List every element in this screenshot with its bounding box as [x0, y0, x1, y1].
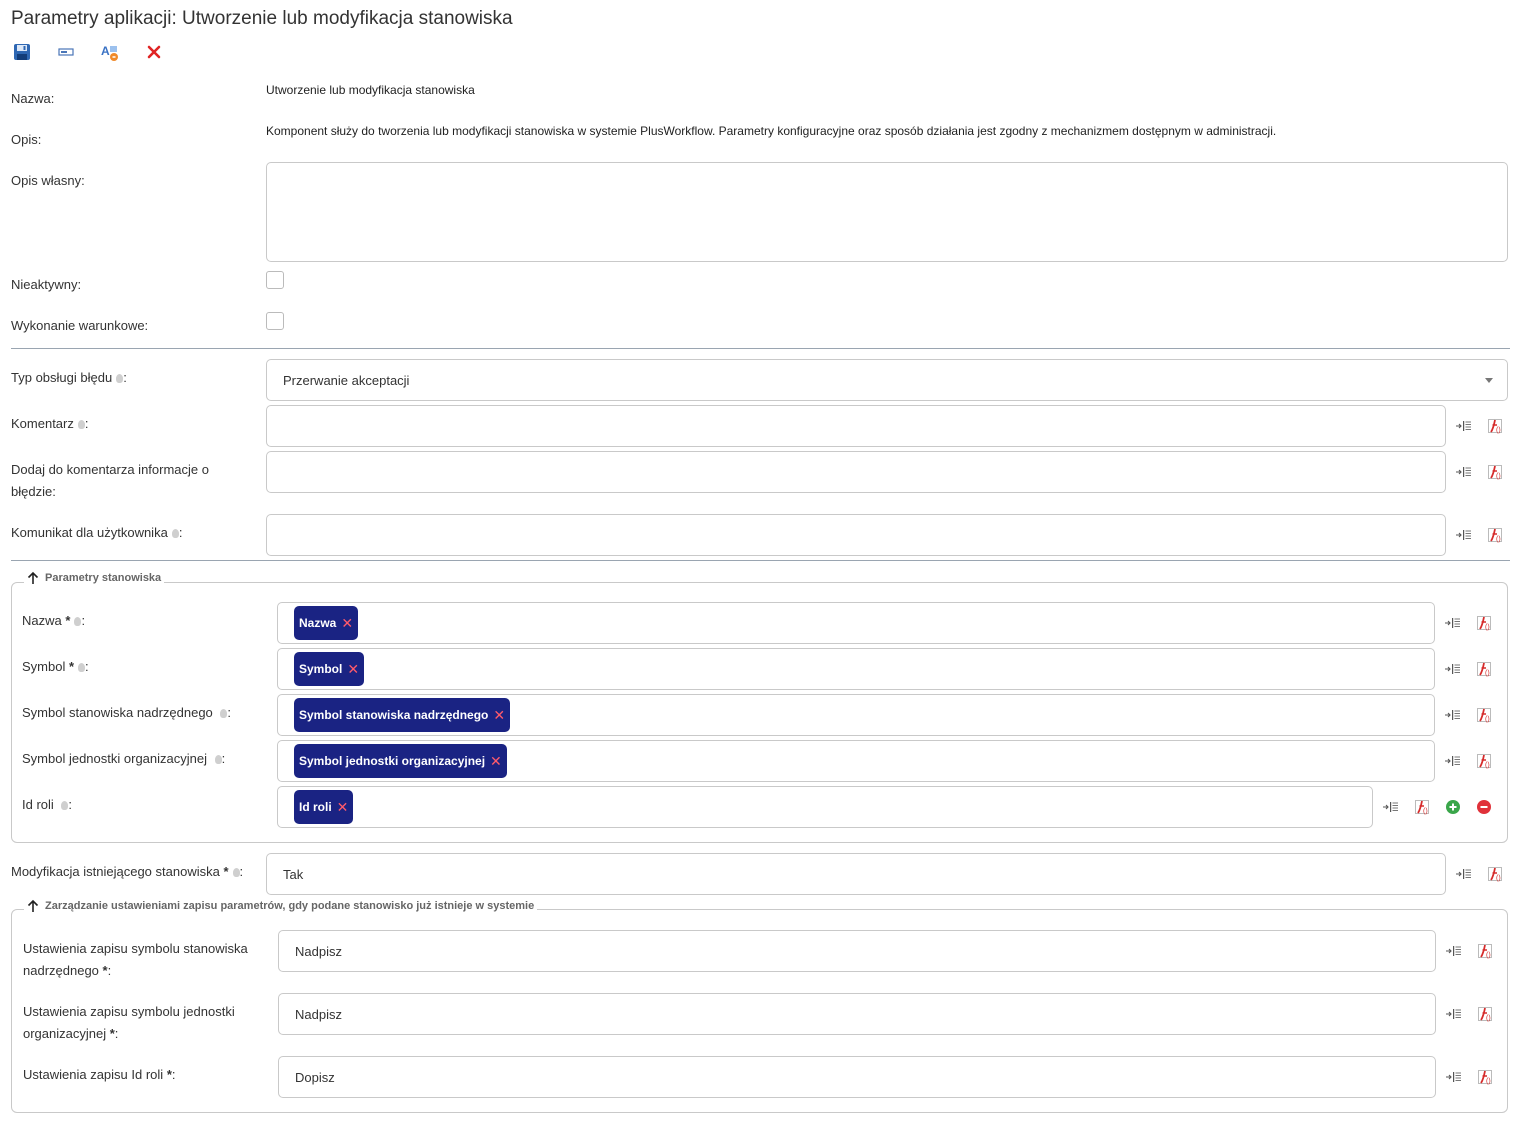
hint-icon [171, 529, 179, 538]
hint-icon [74, 617, 82, 626]
translate-icon[interactable]: A [99, 42, 121, 62]
close-icon[interactable] [143, 42, 165, 62]
save-icon[interactable] [11, 42, 33, 62]
komunikat-label: Komunikat dla użytkownika: [11, 525, 183, 540]
function-icon[interactable] [1486, 417, 1504, 435]
variable-icon[interactable] [1382, 798, 1400, 816]
nieaktywny-label: Nieaktywny: [11, 277, 82, 292]
typ-obslugi-value: Przerwanie akceptacji [283, 372, 410, 388]
function-icon[interactable] [1413, 798, 1431, 816]
variable-icon[interactable] [1444, 706, 1462, 724]
dodaj-input[interactable] [266, 451, 1446, 493]
arrow-up-icon [27, 571, 39, 584]
modyfikacja-input[interactable]: Tak [266, 853, 1446, 895]
symbol-nadrzednego-label: Symbol stanowiska nadrzędnego : [22, 705, 232, 720]
variable-chip[interactable]: Nazwa ✕ [294, 606, 359, 640]
zapis-nadrzednego-value: Nadpisz [295, 943, 342, 959]
symbol-jednostki-label: Symbol jednostki organizacyjnej : [22, 751, 226, 766]
variable-icon[interactable] [1444, 752, 1462, 770]
divider [11, 560, 1510, 561]
komunikat-input[interactable] [266, 514, 1446, 556]
typ-obslugi-label: Typ obsługi błędu: [11, 370, 127, 385]
chevron-down-icon [1485, 378, 1493, 383]
function-icon[interactable] [1476, 1005, 1494, 1023]
hint-icon [214, 755, 222, 764]
page-title: Parametry aplikacji: Utworzenie lub mody… [11, 8, 513, 29]
zapis-jednostki-value: Nadpisz [295, 1006, 342, 1022]
variable-icon[interactable] [1455, 865, 1473, 883]
toolbar: A [11, 42, 165, 62]
opis-wlasny-label: Opis własny: [11, 173, 85, 188]
typ-obslugi-select[interactable]: Przerwanie akceptacji [266, 359, 1508, 401]
nazwa-param-label: Nazwa *: [22, 613, 86, 628]
id-roli-label: Id roli : [22, 797, 73, 812]
add-row-icon[interactable] [1444, 798, 1462, 816]
variable-chip[interactable]: Symbol stanowiska nadrzędnego ✕ [294, 698, 511, 732]
variable-icon[interactable] [1455, 463, 1473, 481]
chip-remove-icon[interactable]: ✕ [347, 661, 359, 678]
zapis-nadrzednego-input[interactable]: Nadpisz [278, 930, 1436, 972]
dodaj-label: Dodaj do komentarza informacje o błędzie: [11, 462, 209, 499]
zarzadzanie-legend[interactable]: Zarządzanie ustawieniami zapisu parametr… [24, 899, 538, 913]
variable-icon[interactable] [1444, 660, 1462, 678]
variable-icon[interactable] [1444, 614, 1462, 632]
chip-remove-icon[interactable]: ✕ [493, 707, 505, 724]
function-icon[interactable] [1486, 526, 1504, 544]
hint-icon [220, 709, 228, 718]
function-icon[interactable] [1486, 865, 1504, 883]
hint-icon [77, 420, 85, 429]
modyfikacja-value: Tak [283, 866, 304, 882]
nazwa-value: Utworzenie lub modyfikacja stanowiska [266, 83, 475, 97]
chip-remove-icon[interactable]: ✕ [341, 615, 353, 632]
parametry-stanowiska-legend[interactable]: Parametry stanowiska [24, 571, 165, 585]
id-roli-input[interactable] [277, 786, 1373, 828]
zapis-jednostki-label: Ustawienia zapisu symbolu jednostki organ… [23, 1004, 235, 1041]
komentarz-label: Komentarz: [11, 416, 89, 431]
chip-remove-icon[interactable]: ✕ [337, 799, 349, 816]
hint-icon [78, 663, 86, 672]
zapis-nadrzednego-label: Ustawienia zapisu symbolu stanowiska nadr… [23, 941, 248, 978]
field-icon[interactable] [55, 42, 77, 62]
nieaktywny-checkbox[interactable] [266, 271, 284, 289]
wykonanie-label: Wykonanie warunkowe: [11, 318, 149, 333]
function-icon[interactable] [1475, 706, 1493, 724]
variable-icon[interactable] [1445, 1068, 1463, 1086]
function-icon[interactable] [1486, 463, 1504, 481]
function-icon[interactable] [1476, 1068, 1494, 1086]
hint-icon [232, 868, 240, 877]
nazwa-label: Nazwa: [11, 91, 55, 106]
opis-label: Opis: [11, 132, 42, 147]
function-icon[interactable] [1476, 942, 1494, 960]
variable-icon[interactable] [1445, 1005, 1463, 1023]
function-icon[interactable] [1475, 660, 1493, 678]
zapis-id-roli-input[interactable]: Dopisz [278, 1056, 1436, 1098]
zapis-id-roli-label: Ustawienia zapisu Id roli *: [23, 1067, 176, 1082]
symbol-param-label: Symbol *: [22, 659, 89, 674]
zapis-jednostki-input[interactable]: Nadpisz [278, 993, 1436, 1035]
variable-chip[interactable]: Symbol ✕ [294, 652, 365, 686]
wykonanie-checkbox[interactable] [266, 312, 284, 330]
komentarz-input[interactable] [266, 405, 1446, 447]
modyfikacja-label: Modyfikacja istniejącego stanowiska *: [11, 864, 244, 879]
chip-remove-icon[interactable]: ✕ [490, 753, 502, 770]
hint-icon [61, 801, 69, 810]
nazwa-param-input[interactable] [277, 602, 1435, 644]
symbol-param-input[interactable] [277, 648, 1435, 690]
function-icon[interactable] [1475, 614, 1493, 632]
remove-row-icon[interactable] [1475, 798, 1493, 816]
function-icon[interactable] [1475, 752, 1493, 770]
variable-icon[interactable] [1445, 942, 1463, 960]
divider [11, 348, 1510, 349]
zapis-id-roli-value: Dopisz [295, 1069, 335, 1085]
hint-icon [116, 374, 124, 383]
arrow-up-icon [27, 899, 39, 912]
variable-icon[interactable] [1455, 417, 1473, 435]
opis-value: Komponent służy do tworzenia lub modyfik… [266, 124, 1277, 138]
variable-icon[interactable] [1455, 526, 1473, 544]
svg-text:A: A [101, 44, 110, 58]
opis-wlasny-textarea[interactable] [266, 162, 1508, 262]
variable-chip[interactable]: Id roli ✕ [294, 790, 354, 824]
variable-chip[interactable]: Symbol jednostki organizacyjnej ✕ [294, 744, 507, 778]
